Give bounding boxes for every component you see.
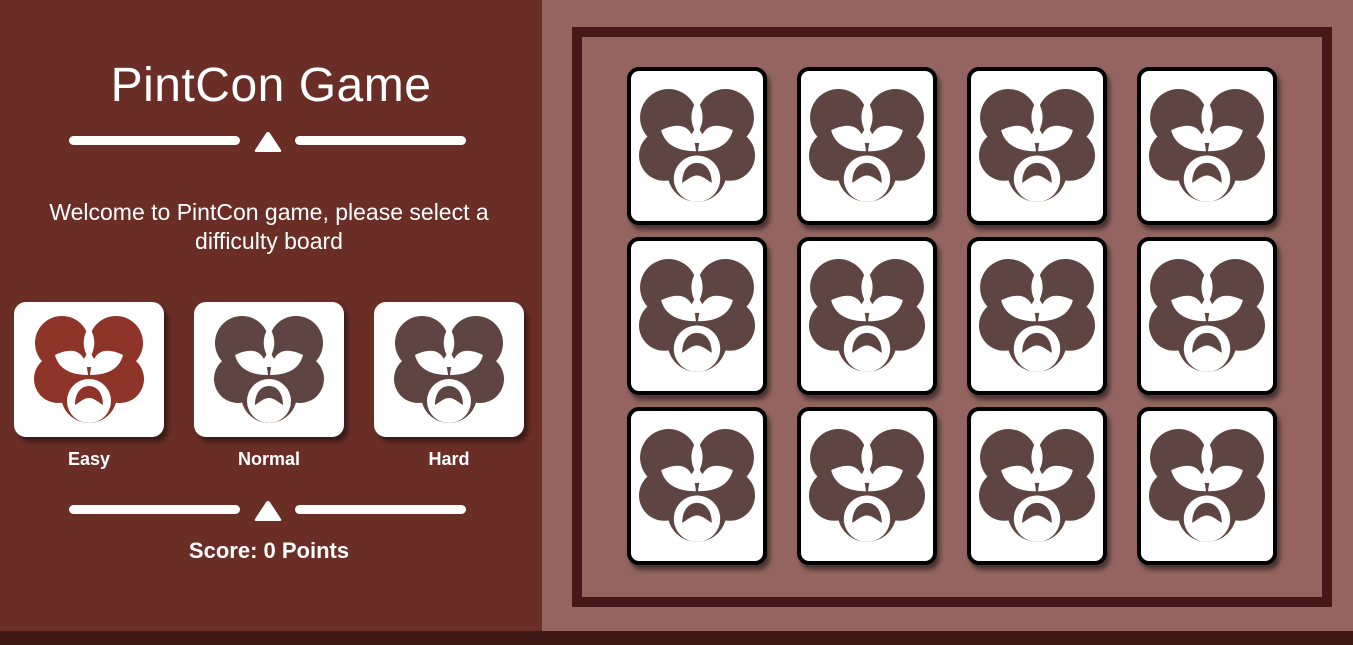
welcome-message: Welcome to PintCon game, please select a… xyxy=(49,199,489,254)
divider-line-right xyxy=(295,136,466,145)
divider-line-right xyxy=(295,505,466,514)
pintcon-logo-icon xyxy=(1149,258,1265,374)
memory-card[interactable] xyxy=(967,407,1107,565)
memory-card[interactable] xyxy=(797,407,937,565)
score-display: Score: 0 Points xyxy=(188,538,350,563)
pintcon-logo-icon xyxy=(979,88,1095,204)
memory-card[interactable] xyxy=(1137,67,1277,225)
memory-card[interactable] xyxy=(627,407,767,565)
difficulty-normal-label: Normal xyxy=(237,449,300,469)
triangle-icon xyxy=(254,501,282,521)
difficulty-normal-button[interactable] xyxy=(194,302,344,437)
top-divider xyxy=(69,130,466,152)
game-board xyxy=(572,27,1332,607)
pintcon-logo-icon xyxy=(34,315,144,425)
pintcon-logo-icon xyxy=(639,88,755,204)
memory-card[interactable] xyxy=(967,67,1107,225)
pintcon-logo-icon xyxy=(809,258,925,374)
pintcon-logo-icon xyxy=(214,315,324,425)
difficulty-hard-button[interactable] xyxy=(374,302,524,437)
difficulty-easy-button[interactable] xyxy=(14,302,164,437)
divider-line-left xyxy=(69,136,240,145)
pintcon-logo-icon xyxy=(809,88,925,204)
pintcon-logo-icon xyxy=(809,428,925,544)
memory-card[interactable] xyxy=(627,67,767,225)
memory-card[interactable] xyxy=(627,237,767,395)
pintcon-logo-icon xyxy=(979,258,1095,374)
pintcon-logo-icon xyxy=(979,428,1095,544)
memory-card[interactable] xyxy=(967,237,1107,395)
difficulty-hard-label: Hard xyxy=(428,449,470,469)
pintcon-logo-icon xyxy=(1149,428,1265,544)
divider-line-left xyxy=(69,505,240,514)
pintcon-logo-icon xyxy=(639,428,755,544)
memory-card[interactable] xyxy=(797,67,937,225)
memory-card[interactable] xyxy=(1137,237,1277,395)
pintcon-logo-icon xyxy=(394,315,504,425)
footer-bar xyxy=(0,631,1353,645)
memory-card[interactable] xyxy=(1137,407,1277,565)
pintcon-logo-icon xyxy=(639,258,755,374)
difficulty-easy-label: Easy xyxy=(67,449,111,469)
bottom-divider xyxy=(69,499,466,521)
triangle-icon xyxy=(254,132,282,152)
memory-card[interactable] xyxy=(797,237,937,395)
sidebar-panel: PintCon Game Welcome to PintCon game, pl… xyxy=(0,0,542,631)
page-title: PintCon Game xyxy=(110,59,432,112)
pintcon-logo-icon xyxy=(1149,88,1265,204)
